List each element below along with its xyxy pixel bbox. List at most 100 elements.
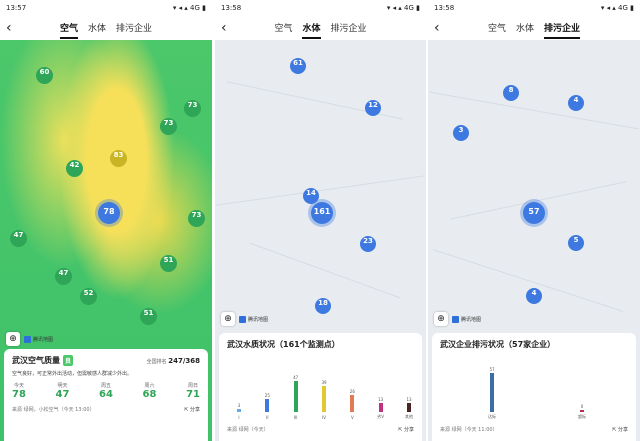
back-icon[interactable]: ‹	[221, 19, 237, 37]
locate-icon[interactable]: ⊕	[434, 312, 448, 326]
marker-value: 12	[368, 101, 378, 109]
enterprise-marker[interactable]: 4	[568, 95, 584, 111]
aqi-marker[interactable]: 42	[66, 160, 83, 177]
map-brand: 腾讯地图	[24, 336, 53, 343]
tencent-map-logo-icon	[239, 316, 246, 323]
water-marker[interactable]: 18	[315, 298, 331, 314]
status-bar: 13:58 ▾ ◂ ▴ 4G ▮	[428, 0, 640, 16]
aqi-marker[interactable]: 52	[80, 288, 97, 305]
tab-air[interactable]: 空气	[488, 18, 506, 39]
enterprise-panel: 13:58 ▾ ◂ ▴ 4G ▮ ‹ 空气 水体 排污企业 8 3 4 57 5 4 ⊕ 腾…	[428, 0, 640, 441]
water-map[interactable]: 61 161 23 14 18 12 ⊕ 腾讯地图 武汉水质状况（161个监测点） 3I2…	[215, 40, 426, 441]
chart-bar-label: I	[238, 415, 240, 420]
chart-bar-group: 47 III	[293, 360, 300, 420]
marker-value: 14	[306, 189, 316, 197]
marker-value: 57	[528, 207, 540, 216]
chart-bar-count: 39	[321, 380, 327, 386]
aqi-marker[interactable]: 73	[160, 118, 177, 135]
status-time: 13:57	[6, 4, 27, 12]
chart-bar-count: 0	[580, 404, 584, 409]
tab-air[interactable]: 空气	[59, 18, 78, 39]
enterprise-map[interactable]: 8 3 4 57 5 4 ⊕ 腾讯地图 武汉企业排污状况（57家企业） 57 达标 0 超标 来…	[428, 40, 640, 441]
chart-bar-label: 劣V	[377, 414, 385, 419]
air-quality-card: 武汉空气质量良 全国排名 247/368 空气良好，可正常外出活动，但需敏感人群…	[4, 349, 208, 441]
chart-bar	[580, 410, 584, 412]
chart-bar-group: 13 其他	[405, 360, 413, 420]
marker-value: 5	[573, 236, 579, 244]
marker-value: 60	[39, 68, 50, 76]
enterprise-marker[interactable]: 3	[453, 125, 469, 141]
tab-water[interactable]: 水体	[302, 18, 321, 39]
water-marker[interactable]: 12	[365, 100, 381, 116]
locate-icon[interactable]: ⊕	[6, 332, 20, 346]
aqi-marker[interactable]: 51	[140, 308, 157, 325]
water-marker[interactable]: 14	[303, 188, 319, 204]
chart-bar-count: 25	[264, 392, 270, 398]
tab-water[interactable]: 水体	[516, 18, 534, 39]
chart-bar	[378, 403, 383, 412]
map-brand: 腾讯地图	[239, 316, 268, 323]
status-icons: ▾ ◂ ▴ 4G ▮	[600, 4, 634, 12]
locate-icon[interactable]: ⊕	[221, 312, 235, 326]
chart-bar-label: 达标	[488, 414, 496, 419]
forecast-day: 周五 64	[99, 382, 113, 400]
chart-bar-group: 39 IV	[321, 360, 328, 420]
back-icon[interactable]: ‹	[434, 19, 450, 37]
marker-value: 4	[531, 289, 537, 297]
data-source: 来源 绿网，小松空气（今天 13:00）	[12, 407, 95, 413]
marker-value: 73	[187, 101, 198, 109]
chart-bar-group: 25 II	[265, 360, 271, 420]
air-description: 空气良好，可正常外出活动，但需敏感人群减少外出。	[12, 371, 133, 377]
air-map[interactable]: 78 60 73 42 47 51 83 73 73 51 52 47 ⊕ 腾讯地图 武汉空气质量良 …	[0, 40, 212, 441]
aqi-marker[interactable]: 51	[160, 255, 177, 272]
chart-bar-label: V	[350, 415, 354, 420]
forecast-aqi: 68	[142, 389, 157, 400]
enterprise-marker[interactable]: 4	[526, 288, 542, 304]
chart-bar-count: 13	[378, 397, 384, 403]
share-button[interactable]: ⇱ 分享	[612, 426, 628, 433]
aqi-marker[interactable]: 83	[110, 150, 127, 167]
forecast-aqi: 78	[12, 389, 26, 400]
tab-enterprise[interactable]: 排污企业	[544, 18, 581, 39]
marker-value: 161	[313, 207, 331, 216]
aqi-marker[interactable]: 73	[184, 100, 201, 117]
forecast-day: 周六 68	[143, 382, 157, 400]
chart-bar-count: 57	[489, 367, 495, 373]
chart-bar	[350, 395, 355, 412]
status-time: 13:58	[221, 4, 242, 12]
aqi-marker[interactable]: 47	[55, 268, 72, 285]
nav-bar: ‹ 空气 水体 排污企业	[428, 16, 640, 40]
tencent-map-logo-icon	[452, 316, 459, 323]
share-button[interactable]: ⇱ 分享	[184, 406, 200, 413]
tab-enterprise[interactable]: 排污企业	[116, 18, 152, 39]
status-bar: 13:58 ▾ ◂ ▴ 4G ▮	[215, 0, 426, 16]
aqi-marker[interactable]: 73	[188, 210, 205, 227]
tab-air[interactable]: 空气	[274, 18, 292, 39]
aqi-marker[interactable]: 78	[98, 202, 120, 224]
chart-bar-count: 26	[349, 389, 355, 395]
water-quality-chart: 3 I 25 II 47 III 39 IV 26 V 13 劣V 13 其他	[227, 360, 414, 420]
back-icon[interactable]: ‹	[6, 19, 22, 37]
marker-value: 73	[191, 211, 202, 219]
chart-bar-count: 47	[293, 375, 299, 381]
marker-value: 3	[458, 126, 464, 134]
water-marker[interactable]: 161	[311, 202, 333, 224]
tencent-map-logo-icon	[24, 336, 31, 343]
share-button[interactable]: ⇱ 分享	[398, 426, 414, 433]
aqi-marker[interactable]: 47	[10, 230, 27, 247]
water-marker[interactable]: 23	[360, 236, 376, 252]
tab-enterprise[interactable]: 排污企业	[331, 18, 367, 39]
aqi-marker[interactable]: 60	[36, 67, 53, 84]
tab-water[interactable]: 水体	[88, 18, 106, 39]
forecast-day-label: 今天	[13, 383, 24, 389]
marker-value: 78	[103, 207, 115, 216]
enterprise-marker[interactable]: 57	[523, 202, 545, 224]
water-marker[interactable]: 61	[290, 58, 306, 74]
status-bar: 13:57 ▾ ◂ ▴ 4G ▮	[0, 0, 212, 16]
enterprise-marker[interactable]: 8	[503, 85, 519, 101]
chart-bar-count: 13	[406, 397, 412, 403]
status-icons: ▾ ◂ ▴ 4G ▮	[172, 4, 206, 12]
enterprise-marker[interactable]: 5	[568, 235, 584, 251]
status-icons: ▾ ◂ ▴ 4G ▮	[386, 4, 420, 12]
enterprise-chart: 57 达标 0 超标	[440, 360, 628, 420]
